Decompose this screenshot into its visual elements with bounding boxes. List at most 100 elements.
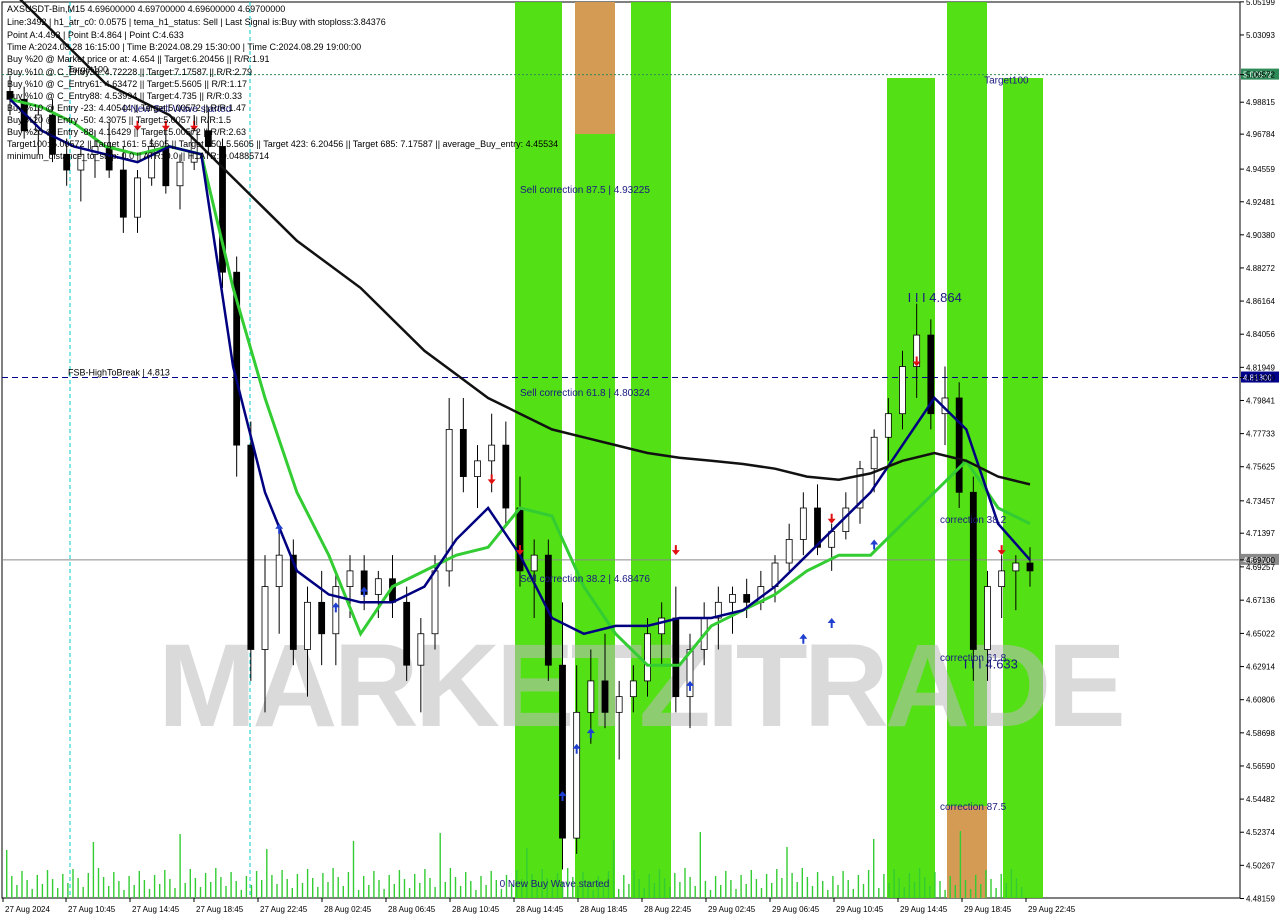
volume-bar — [210, 882, 212, 898]
volume-bar — [755, 879, 758, 898]
x-tick-label: 28 Aug 18:45 — [580, 905, 628, 914]
volume-bar — [980, 884, 982, 898]
volume-bar — [240, 890, 242, 898]
volume-bar — [786, 847, 788, 898]
volume-bar — [347, 872, 350, 898]
volume-bar — [669, 887, 671, 898]
volume-bar — [653, 883, 656, 898]
volume-bar — [51, 879, 54, 898]
volume-bar — [526, 848, 528, 898]
candle-body — [318, 601, 326, 635]
info-line: Time A:2024.08.28 16:15:00 | Time B:2024… — [7, 42, 362, 52]
volume-bar — [128, 876, 130, 898]
volume-bar — [291, 888, 293, 898]
y-tick-label: 5.00572 — [1246, 71, 1275, 80]
candle-body — [955, 397, 963, 493]
volume-bar — [699, 832, 701, 898]
volume-bar — [730, 880, 732, 898]
info-line: Buy %10 @ Entry -23: 4.40544 || Target:5… — [7, 103, 246, 113]
volume-bar — [725, 871, 727, 898]
x-tick-label: 27 Aug 2024 — [5, 905, 50, 914]
y-tick-label: 4.67136 — [1246, 596, 1275, 605]
volume-bar — [822, 881, 824, 898]
volume-bar — [1010, 869, 1013, 898]
volume-bar — [408, 888, 411, 898]
volume-bar — [806, 877, 809, 898]
volume-bar — [46, 870, 49, 898]
y-tick-label: 4.58698 — [1246, 729, 1275, 738]
y-tick-label: 4.56590 — [1246, 762, 1275, 771]
volume-bar — [883, 874, 885, 898]
candle-body — [346, 570, 354, 588]
candle-body — [998, 570, 1006, 588]
candle-body — [658, 617, 666, 635]
candle-body — [1026, 562, 1034, 572]
volume-bar — [133, 885, 135, 898]
volume-bar — [740, 875, 742, 898]
y-tick-label: 4.81300 — [1246, 374, 1275, 383]
volume-bar — [383, 889, 385, 898]
volume-bar — [949, 876, 951, 898]
x-tick-label: 29 Aug 06:45 — [772, 905, 820, 914]
x-tick-label: 29 Aug 02:45 — [708, 905, 756, 914]
volume-bar — [92, 842, 95, 898]
volume-bar — [771, 883, 773, 898]
volume-bar — [301, 883, 304, 898]
volume-bar — [439, 833, 441, 898]
volume-bar — [21, 871, 23, 898]
volume-bar — [618, 889, 620, 898]
volume-bar — [230, 872, 232, 898]
volume-bar — [969, 889, 972, 898]
volume-bar — [57, 888, 59, 898]
info-line: Buy %10 @ C_Entry38: 4.72228 || Target:7… — [7, 67, 252, 77]
y-tick-label: 4.50267 — [1246, 861, 1275, 870]
x-tick-label: 27 Aug 18:45 — [196, 905, 244, 914]
volume-bar — [271, 875, 273, 898]
candle-body — [743, 594, 751, 603]
watermark-logo: MARKETZITRADE — [158, 620, 1122, 752]
volume-bar — [975, 875, 977, 898]
zone-label: correction 38.2 — [940, 515, 1007, 526]
volume-bar — [266, 849, 268, 898]
y-tick-label: 4.81949 — [1246, 363, 1275, 372]
y-tick-label: 5.05199 — [1246, 0, 1275, 7]
y-tick-label: 4.69257 — [1246, 563, 1275, 572]
volume-bar — [623, 875, 625, 898]
info-line: Buy %20 @ Entry -88: 4.16429 || Target:5… — [7, 127, 246, 137]
y-tick-label: 4.98815 — [1246, 98, 1275, 107]
volume-bar — [745, 884, 747, 898]
volume-bar — [888, 883, 890, 898]
candle-body — [459, 429, 467, 477]
volume-bar — [643, 888, 645, 898]
volume-bar — [480, 876, 482, 898]
volume-bar — [985, 870, 987, 898]
volume-bar — [847, 880, 849, 898]
y-tick-label: 4.71397 — [1246, 529, 1275, 538]
volume-bar — [327, 882, 329, 898]
volume-bar — [954, 885, 956, 898]
volume-bar — [82, 887, 84, 898]
candle-body — [601, 680, 609, 713]
volume-bar — [36, 875, 38, 898]
info-line: Buy %20 @ Market price or at: 4.654 || T… — [7, 54, 270, 64]
volume-bar — [689, 877, 691, 898]
price-level-label: FSB-HighToBreak | 4.813 — [68, 368, 170, 378]
x-tick-label: 28 Aug 02:45 — [324, 905, 372, 914]
volume-bar — [918, 868, 921, 898]
volume-bar — [470, 881, 472, 898]
y-tick-label: 4.54482 — [1246, 795, 1275, 804]
volume-bar — [714, 876, 717, 898]
volume-bar — [388, 875, 390, 898]
volume-bar — [1005, 883, 1007, 898]
volume-bar — [393, 884, 395, 898]
volume-bar — [368, 885, 370, 898]
volume-bar — [628, 884, 630, 898]
volume-bar — [77, 878, 79, 898]
candle-body — [615, 696, 623, 713]
volume-bar — [995, 888, 997, 898]
info-line: Buy %10 @ C_Entry61: 4.63472 || Target:5… — [7, 79, 247, 89]
volume-bar — [255, 871, 258, 898]
volume-bar — [322, 873, 324, 898]
y-tick-label: 4.84056 — [1246, 330, 1275, 339]
y-tick-label: 4.86164 — [1246, 297, 1275, 306]
